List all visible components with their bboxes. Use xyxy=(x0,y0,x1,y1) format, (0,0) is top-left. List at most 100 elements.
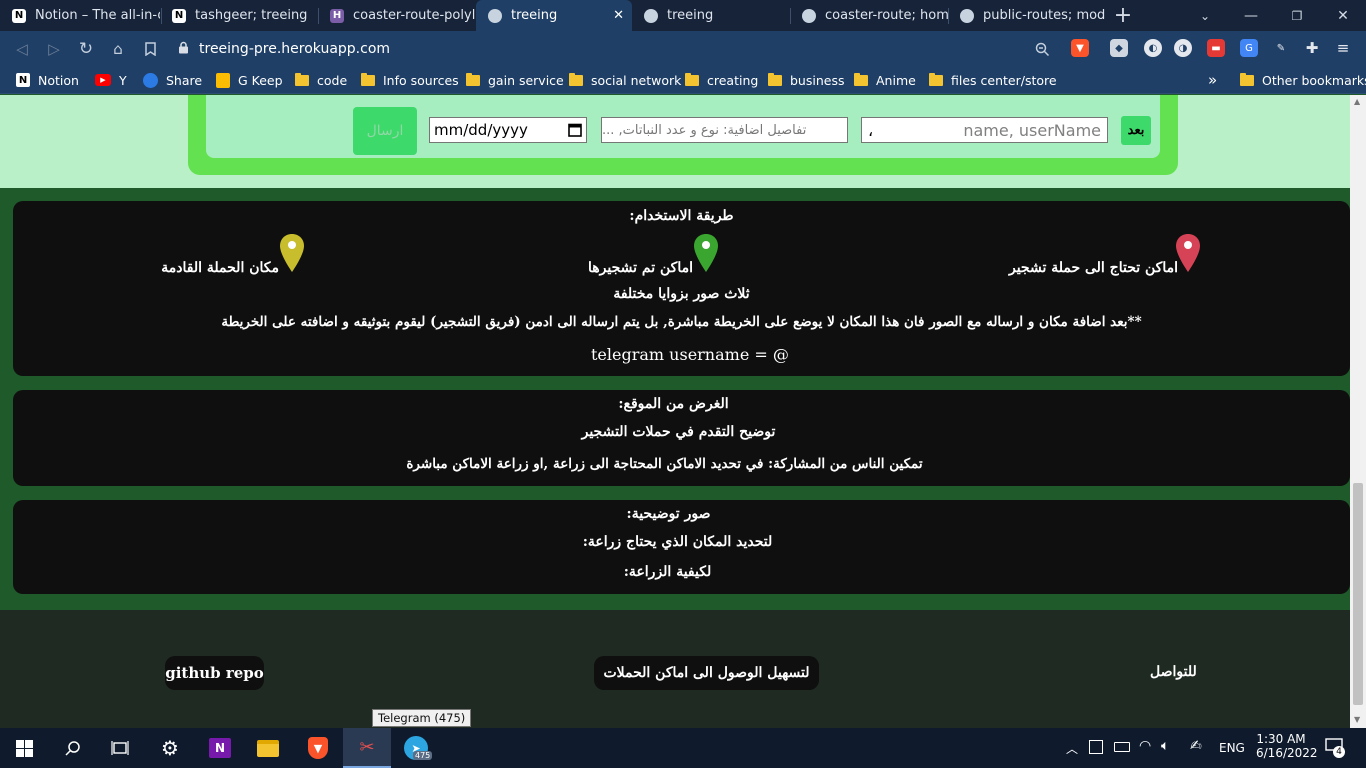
tab-title: treeing xyxy=(667,8,714,23)
username-prefix: ، xyxy=(868,120,874,140)
notion-icon: N xyxy=(12,8,26,23)
lock-icon xyxy=(178,41,189,58)
brave-browser-icon[interactable]: ▼ xyxy=(294,728,342,768)
telegram-tooltip: Telegram (475) xyxy=(372,709,472,727)
clock-date: 6/16/2022 xyxy=(1256,746,1318,760)
settings-gear-icon[interactable]: ⚙ xyxy=(146,728,194,768)
details-input[interactable]: تفاصيل اضافية: نوع و عدد النباتات, ... xyxy=(601,117,848,143)
campaigns-link[interactable]: لتسهيل الوصول الى اماكن الحملات xyxy=(594,656,819,690)
tab-title: coaster-route; home xyxy=(825,8,948,23)
globe-icon xyxy=(488,8,502,23)
globe-icon xyxy=(960,8,974,23)
tab-treeing[interactable]: treeing xyxy=(632,0,790,31)
reload-icon[interactable]: ↻ xyxy=(74,37,98,61)
illustrations-line-1: لتحديد المكان الذي يحتاج زراعة: xyxy=(582,534,773,550)
tab-search-icon[interactable]: ⌄ xyxy=(1182,0,1228,31)
restore-icon[interactable]: ❐ xyxy=(1274,0,1320,31)
purpose-heading: الغرض من الموقع: xyxy=(618,396,729,412)
legend-next-campaign: مكان الحملة القادمة xyxy=(161,260,279,276)
extension-icon[interactable]: ▬ xyxy=(1207,39,1225,57)
admin-note: **بعد اضافة مكان و ارساله مع الصور فان ه… xyxy=(221,314,1142,330)
home-icon[interactable]: ⌂ xyxy=(106,37,130,61)
bookmark-notion[interactable]: N Notion xyxy=(16,71,79,89)
date-input[interactable]: mm/dd/yyyy xyxy=(429,117,587,143)
purpose-card: الغرض من الموقع: توضيح التقدم في حملات ا… xyxy=(13,390,1350,486)
bookmark-folder-code[interactable]: code xyxy=(295,71,347,89)
other-bookmarks-folder[interactable]: Other bookmarks xyxy=(1240,71,1366,89)
new-tab-button[interactable]: + xyxy=(1100,0,1146,31)
bookmark-keep[interactable]: G Keep xyxy=(216,71,283,89)
address-bar[interactable]: treeing-pre.herokuapp.com xyxy=(174,35,1060,63)
github-repo-link[interactable]: github repo xyxy=(165,656,264,690)
tab-notion[interactable]: N Notion – The all-in-one xyxy=(0,0,160,31)
bookmark-folder-info-sources[interactable]: Info sources xyxy=(361,71,459,89)
calendar-icon[interactable] xyxy=(568,122,582,141)
chevron-up-icon[interactable]: ︿ xyxy=(1066,740,1078,757)
bookmark-label: Anime xyxy=(876,72,916,88)
bookmark-share[interactable]: Share xyxy=(143,71,202,89)
bookmark-folder-creating[interactable]: creating xyxy=(685,71,758,89)
scroll-down-icon[interactable]: ▼ xyxy=(1354,715,1360,724)
bookmark-label: business xyxy=(790,72,845,88)
volume-icon[interactable]: 🔈︎ xyxy=(1161,738,1169,754)
folder-icon xyxy=(295,72,309,86)
bookmark-youtube[interactable]: ▶ Y xyxy=(95,71,127,89)
extension-icon[interactable]: ◑ xyxy=(1174,39,1192,57)
battery-icon[interactable] xyxy=(1114,742,1130,752)
tab-coaster-route-polyline[interactable]: H coaster-route-polyline xyxy=(318,0,476,31)
task-view-icon[interactable] xyxy=(96,728,144,768)
bookmark-icon[interactable] xyxy=(138,37,162,61)
username-input[interactable]: ، name, userName xyxy=(861,117,1108,143)
search-icon[interactable] xyxy=(48,728,96,768)
telegram-icon[interactable]: ➤ 475 xyxy=(392,728,440,768)
file-explorer-icon[interactable] xyxy=(244,728,292,768)
usage-card: طريقة الاستخدام: اماكن تحتاج الى حملة تش… xyxy=(13,201,1350,376)
puzzle-icon[interactable]: ✚ xyxy=(1303,39,1321,57)
username-placeholder: name, userName xyxy=(963,120,1101,140)
bookmarks-overflow-button[interactable]: » xyxy=(1208,71,1217,89)
bookmark-folder-gain-service[interactable]: gain service xyxy=(466,71,564,89)
bookmark-folder-social-network[interactable]: social network xyxy=(569,71,681,89)
clock[interactable]: 1:30 AM 6/16/2022 xyxy=(1256,732,1318,760)
close-window-icon[interactable]: ✕ xyxy=(1320,0,1366,31)
wifi-icon[interactable]: ◠ xyxy=(1139,738,1151,754)
snipping-tool-icon[interactable]: ✂ xyxy=(343,728,391,768)
onenote-icon[interactable]: N xyxy=(196,728,244,768)
bookmark-folder-files-center[interactable]: files center/store xyxy=(929,71,1057,89)
purpose-line-2: تمكين الناس من المشاركة: في تحديد الاماك… xyxy=(406,456,923,472)
windows-start-icon[interactable] xyxy=(0,728,48,768)
telegram-username: telegram username = @ xyxy=(591,345,789,364)
tray-app-icon[interactable] xyxy=(1089,740,1103,754)
pen-extension-icon[interactable]: ✎ xyxy=(1272,39,1290,57)
shield-extension-icon[interactable]: ◆ xyxy=(1110,39,1128,57)
close-tab-icon[interactable]: ✕ xyxy=(613,8,624,23)
translate-icon[interactable]: G xyxy=(1240,39,1258,57)
page-content: ارسال mm/dd/yyyy تفاصيل اضافية: نوع و عد… xyxy=(0,95,1350,728)
youtube-icon: ▶ xyxy=(95,74,111,86)
extension-icon[interactable]: ◐ xyxy=(1144,39,1162,57)
next-button[interactable]: بعد xyxy=(1121,116,1151,145)
zoom-icon[interactable] xyxy=(1030,37,1054,61)
pen-icon[interactable]: ✍︎ xyxy=(1190,738,1202,754)
tab-treeing-active[interactable]: treeing ✕ xyxy=(476,0,632,31)
bookmark-folder-business[interactable]: business xyxy=(768,71,844,89)
forward-icon[interactable]: ▷ xyxy=(42,37,66,61)
submit-button[interactable]: ارسال xyxy=(353,107,417,155)
page-scrollbar[interactable]: ▲ ▼ xyxy=(1350,95,1366,728)
bookmark-folder-anime[interactable]: Anime xyxy=(854,71,916,89)
brave-shields-icon[interactable]: ▼ xyxy=(1071,39,1089,57)
tab-public-routes[interactable]: public-routes; mode xyxy=(948,0,1106,31)
scroll-up-icon[interactable]: ▲ xyxy=(1354,97,1360,106)
back-icon[interactable]: ◁ xyxy=(10,37,34,61)
tab-tashgeer[interactable]: N tashgeer; treeing xyxy=(160,0,318,31)
footer: github repo لتسهيل الوصول الى اماكن الحم… xyxy=(0,610,1350,728)
language-indicator[interactable]: ENG xyxy=(1219,741,1245,755)
bookmarks-bar: N Notion ▶ Y Share G Keep code Info sour… xyxy=(0,66,1366,94)
notifications-icon[interactable]: 4 xyxy=(1325,738,1345,758)
tab-coaster-route-home[interactable]: coaster-route; home xyxy=(790,0,948,31)
scrollbar-thumb[interactable] xyxy=(1353,483,1363,705)
bookmark-label: gain service xyxy=(488,72,564,88)
notion-icon: N xyxy=(16,73,30,87)
menu-icon[interactable]: ≡ xyxy=(1334,39,1352,57)
minimize-icon[interactable]: — xyxy=(1228,0,1274,31)
